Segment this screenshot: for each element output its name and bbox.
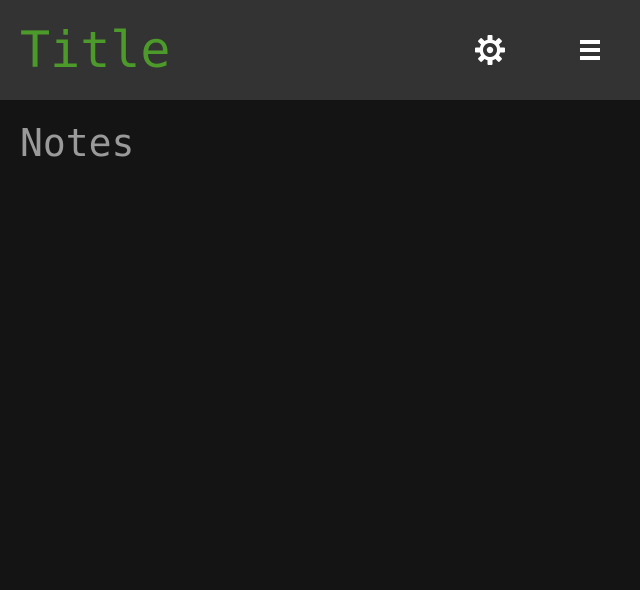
hamburger-menu-icon <box>580 40 600 60</box>
menu-button[interactable] <box>570 30 610 70</box>
notes-textarea[interactable] <box>20 120 620 570</box>
app-window: Title <box>0 0 640 590</box>
page-title: Title <box>20 21 171 79</box>
settings-button[interactable] <box>470 30 510 70</box>
main-content <box>0 100 640 590</box>
header-bar: Title <box>0 0 640 100</box>
gear-icon <box>475 35 505 65</box>
